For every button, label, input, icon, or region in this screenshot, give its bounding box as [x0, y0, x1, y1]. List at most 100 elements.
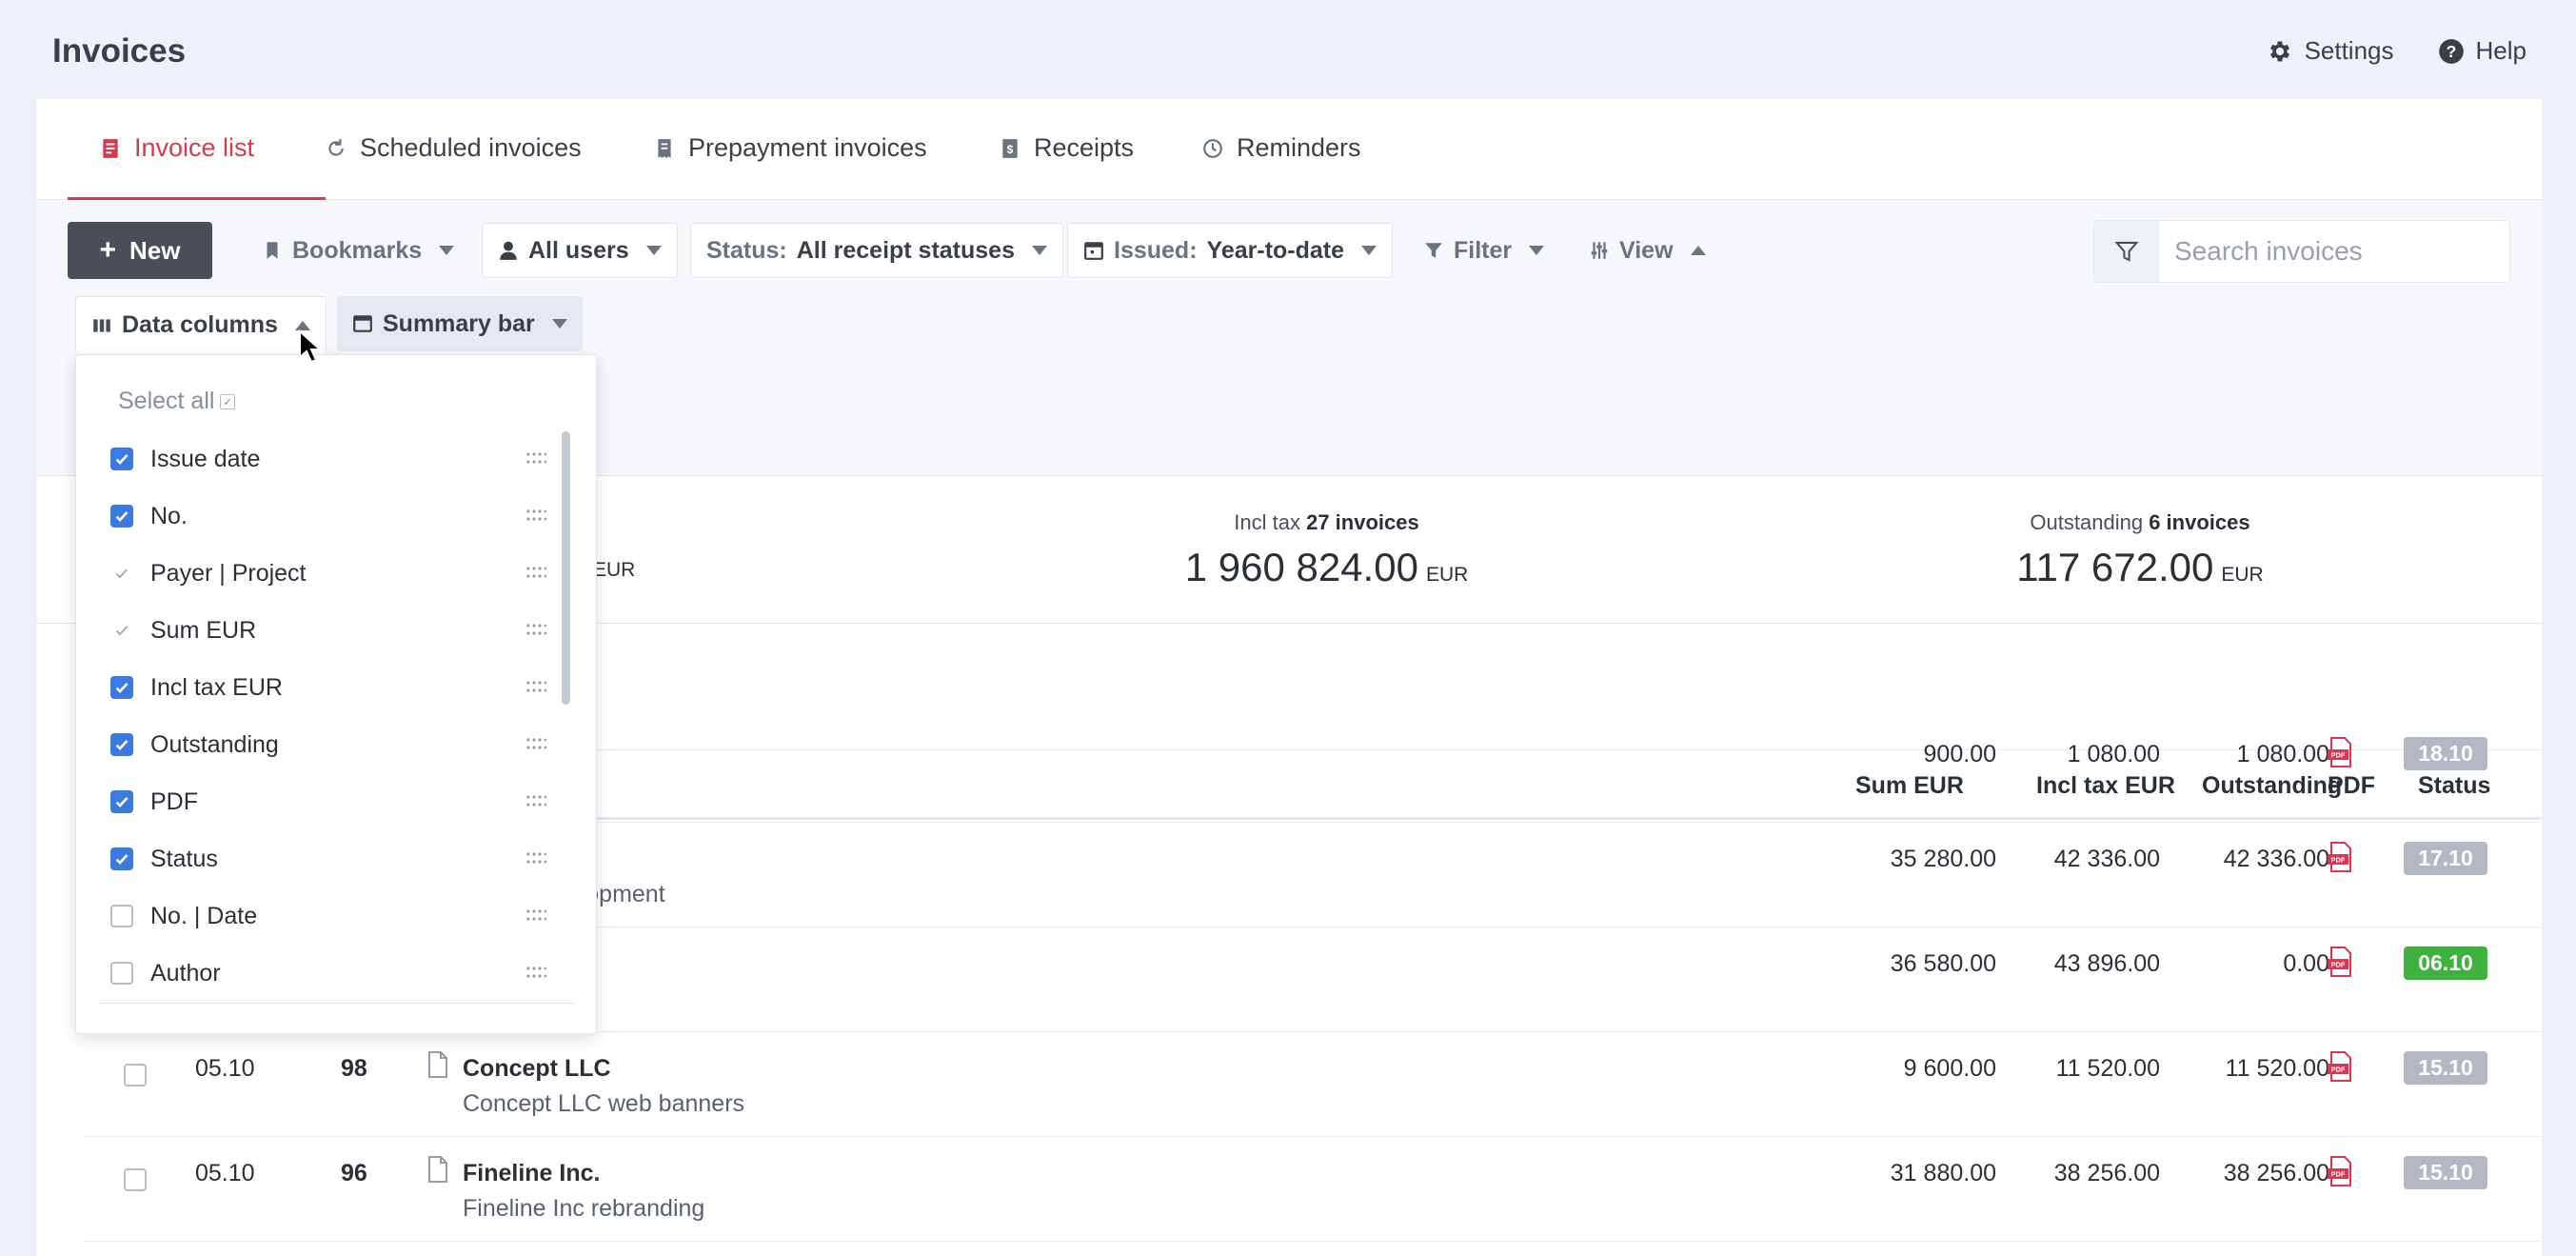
data-columns-dropdown[interactable]: Data columns: [75, 296, 327, 353]
new-button-label: New: [129, 235, 181, 265]
table-row[interactable]: 05.10 98 Concept LLC Concept LLC web banner…: [83, 1032, 2541, 1137]
row-date: 05.10: [195, 1160, 255, 1186]
document-icon: [427, 1156, 448, 1183]
scrollbar[interactable]: [562, 431, 570, 705]
drag-handle-icon[interactable]: [525, 794, 547, 809]
column-option[interactable]: Incl tax EUR: [110, 668, 558, 707]
users-label: All users: [528, 236, 629, 264]
svg-text:$: $: [1007, 142, 1014, 155]
drag-handle-icon[interactable]: [525, 851, 547, 867]
bookmarks-dropdown[interactable]: Bookmarks: [247, 223, 469, 278]
settings-button[interactable]: Settings: [2267, 36, 2394, 66]
status-badge: 17.10: [2404, 842, 2487, 875]
top-bar: Invoices Settings ? Help: [0, 0, 2576, 99]
checkbox-checked[interactable]: [110, 733, 133, 756]
drag-handle-icon[interactable]: [525, 966, 547, 981]
pdf-icon[interactable]: PDF: [2327, 1156, 2355, 1186]
checkbox-checked[interactable]: [110, 676, 133, 699]
status-badge: 15.10: [2404, 1156, 2487, 1189]
tab-reminders[interactable]: Reminders: [1202, 133, 1361, 163]
column-option[interactable]: No.: [110, 497, 558, 535]
drag-handle-icon[interactable]: [525, 680, 547, 695]
drag-handle-icon[interactable]: [525, 566, 547, 581]
calendar-icon: [1084, 242, 1103, 260]
column-option-label: Incl tax EUR: [150, 673, 283, 701]
column-option[interactable]: No. | Date: [110, 897, 558, 935]
page-title: Invoices: [52, 32, 187, 70]
chevron-up-icon: [1690, 246, 1706, 255]
row-payer[interactable]: Concept LLC: [463, 1055, 611, 1083]
drag-handle-icon[interactable]: [525, 737, 547, 752]
row-sum: 35 280.00: [1890, 846, 1996, 872]
checkbox-checked[interactable]: [110, 448, 133, 470]
select-all-label: Select all: [118, 388, 215, 414]
column-option[interactable]: Sum EUR: [110, 611, 558, 649]
checkbox-unchecked[interactable]: [110, 962, 133, 985]
tab-receipts[interactable]: $ Receipts: [1000, 133, 1134, 163]
bookmark-icon: [267, 242, 278, 259]
status-badge: 06.10: [2404, 947, 2487, 980]
row-project: Fineline Inc rebranding: [463, 1195, 705, 1222]
drag-handle-icon[interactable]: [525, 451, 547, 467]
pdf-icon[interactable]: PDF: [2327, 947, 2355, 977]
row-checkbox[interactable]: [124, 1168, 147, 1191]
help-label: Help: [2475, 36, 2526, 65]
help-button[interactable]: ? Help: [2438, 36, 2526, 66]
incl-tax-count: 27 invoices: [1306, 510, 1419, 534]
row-number: 98: [341, 1055, 367, 1082]
tab-bar: Invoice list Scheduled invoices Prepayme…: [37, 99, 2542, 200]
chevron-down-icon: [439, 246, 455, 255]
table-row[interactable]: 05.10 96 Fineline Inc. Fineline Inc rebrand…: [83, 1137, 2541, 1242]
row-payer[interactable]: Fineline Inc.: [463, 1160, 600, 1187]
row-outstanding: 42 336.00: [2223, 846, 2329, 872]
row-incl-tax: 42 336.00: [2053, 846, 2160, 872]
svg-text:PDF: PDF: [2331, 856, 2346, 865]
column-option[interactable]: Issue date: [110, 440, 558, 478]
column-option[interactable]: Status: [110, 840, 558, 878]
column-option[interactable]: Payer | Project: [110, 554, 558, 592]
new-button[interactable]: + New: [68, 222, 212, 279]
pdf-icon[interactable]: PDF: [2327, 737, 2355, 768]
column-option[interactable]: PDF: [110, 783, 558, 821]
checkbox-checked[interactable]: [110, 505, 133, 528]
summary-bar-dropdown[interactable]: Summary bar: [337, 296, 583, 351]
tab-prepayment-invoices[interactable]: Prepayment invoices: [654, 133, 927, 163]
tab-invoice-list[interactable]: Invoice list: [100, 133, 254, 163]
search-input[interactable]: [2159, 236, 2502, 267]
filter-dropdown[interactable]: Filter: [1408, 223, 1559, 278]
checkbox-checked[interactable]: [110, 847, 133, 870]
checkbox-unchecked[interactable]: [110, 905, 133, 927]
select-all[interactable]: Select all ✓: [118, 388, 236, 415]
issued-dropdown[interactable]: Issued: Year-to-date: [1067, 223, 1394, 278]
pdf-icon[interactable]: PDF: [2327, 1051, 2355, 1082]
row-incl-tax: 38 256.00: [2053, 1160, 2160, 1186]
status-badge: 15.10: [2404, 1051, 2487, 1085]
summary-incl-tax-value: 1 960 824.00 EUR: [1139, 545, 1515, 590]
outstanding-currency: EUR: [2221, 564, 2264, 586]
column-option[interactable]: Outstanding: [110, 726, 558, 764]
chevron-down-icon: [1361, 246, 1377, 255]
tab-label: Scheduled invoices: [360, 133, 582, 162]
row-checkbox[interactable]: [124, 1064, 147, 1087]
column-option[interactable]: Author: [110, 954, 558, 992]
tab-scheduled-invoices[interactable]: Scheduled invoices: [326, 133, 582, 163]
issued-prefix: Issued:: [1114, 236, 1198, 264]
checkbox-checked[interactable]: [110, 790, 133, 813]
receipt-icon: [658, 138, 671, 158]
drag-handle-icon[interactable]: [525, 508, 547, 524]
summary-partial-currency: EUR: [593, 559, 636, 581]
row-incl-tax: 1 080.00: [2067, 741, 2160, 768]
row-date: 05.10: [195, 1055, 255, 1082]
outstanding-value: 117 672.00: [2016, 545, 2214, 589]
search-filter-button[interactable]: [2094, 221, 2159, 282]
view-dropdown[interactable]: View: [1574, 223, 1721, 278]
drag-handle-icon[interactable]: [525, 623, 547, 638]
summary-incl-tax: Incl tax 27 invoices 1 960 824.00 EUR: [1139, 510, 1515, 590]
users-dropdown[interactable]: All users: [482, 223, 678, 278]
funnel-icon: [1425, 243, 1442, 258]
row-sum: 31 880.00: [1890, 1160, 1996, 1186]
status-dropdown[interactable]: Status: All receipt statuses: [690, 223, 1063, 278]
drag-handle-icon[interactable]: [525, 908, 547, 924]
pdf-icon[interactable]: PDF: [2327, 842, 2355, 872]
row-outstanding: 38 256.00: [2223, 1160, 2329, 1186]
